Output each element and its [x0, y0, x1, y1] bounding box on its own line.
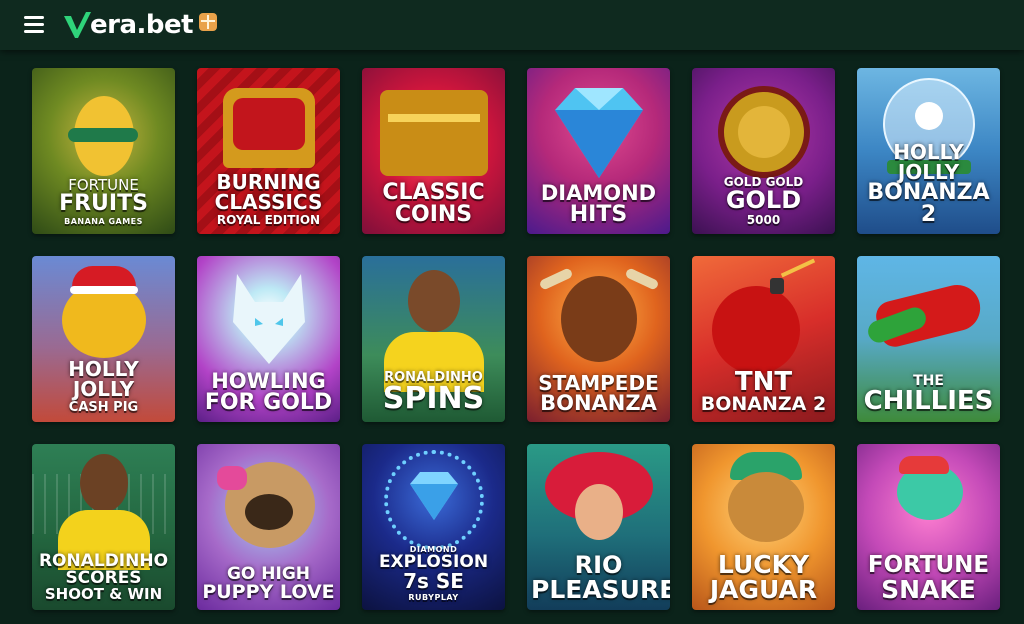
hamburger-menu-icon[interactable]	[24, 16, 44, 34]
game-tile-diamond-hits[interactable]: DIAMOND HITS	[527, 68, 670, 234]
game-title: GO HIGH PUPPY LOVE	[202, 564, 335, 603]
game-title: CLASSIC COINS	[382, 180, 485, 227]
game-title: FORTUNE FRUITS BANANA GAMES	[59, 176, 148, 226]
game-title: DIAMOND EXPLOSION 7s SE RUBYPLAY	[378, 545, 489, 602]
game-title: RONALDINHO SPINS	[382, 370, 485, 416]
game-tile-rio-pleasures[interactable]: RIO PLEASURES	[527, 444, 670, 610]
game-tile-holly-jolly-cash-pig[interactable]: HOLLY JOLLY CASH PIG	[32, 256, 175, 422]
game-tile-fortune-snake[interactable]: FORTUNE SNAKE	[857, 444, 1000, 610]
game-title: GOLD GOLD GOLD 5000	[723, 175, 804, 227]
game-tile-ronaldinho-spins[interactable]: RONALDINHO SPINS	[362, 256, 505, 422]
game-tile-holly-jolly-bonanza-2[interactable]: HOLLY JOLLY BONANZA 2	[857, 68, 1000, 234]
gift-icon[interactable]	[199, 13, 218, 31]
game-tile-ronaldinho-scores[interactable]: RONALDINHO SCORES SHOOT & WIN	[32, 444, 175, 610]
logo-text: era.bet	[90, 10, 194, 40]
game-title: DIAMOND HITS	[540, 181, 657, 227]
top-bar: era.bet	[0, 0, 1024, 50]
game-grid: FORTUNE FRUITS BANANA GAMES BURNING CLAS…	[32, 68, 1000, 610]
game-tile-classic-coins[interactable]: CLASSIC COINS	[362, 68, 505, 234]
game-title: RONALDINHO SCORES SHOOT & WIN	[38, 551, 169, 603]
game-title: FORTUNE SNAKE	[867, 552, 990, 604]
game-tile-diamond-explosion-7s-se[interactable]: DIAMOND EXPLOSION 7s SE RUBYPLAY	[362, 444, 505, 610]
vera-v-logo-icon	[64, 12, 91, 38]
game-title: HOLLY JOLLY BONANZA 2	[867, 140, 990, 227]
game-tile-fortune-fruits[interactable]: FORTUNE FRUITS BANANA GAMES	[32, 68, 175, 234]
game-title: TNT BONANZA 2	[700, 367, 827, 415]
game-title: THE CHILLIES	[863, 373, 994, 416]
game-tile-stampede-bonanza[interactable]: STAMPEDE BONANZA	[527, 256, 670, 422]
game-title: BURNING CLASSICS ROYAL EDITION	[214, 170, 323, 227]
game-tile-lucky-jaguar[interactable]: LUCKY JAGUAR	[692, 444, 835, 610]
game-tile-burning-classics[interactable]: BURNING CLASSICS ROYAL EDITION	[197, 68, 340, 234]
game-tile-tnt-bonanza-2[interactable]: TNT BONANZA 2	[692, 256, 835, 422]
game-title: STAMPEDE BONANZA	[538, 371, 659, 415]
game-title: RIO PLEASURES	[531, 551, 670, 604]
game-tile-the-chillies[interactable]: THE CHILLIES	[857, 256, 1000, 422]
game-title: HOLLY JOLLY CASH PIG	[68, 357, 139, 415]
game-tile-go-high-puppy-love[interactable]: GO HIGH PUPPY LOVE	[197, 444, 340, 610]
site-logo[interactable]: era.bet	[62, 9, 218, 41]
game-title: HOWLING FOR GOLD	[204, 369, 333, 415]
game-tile-howling-for-gold[interactable]: HOWLING FOR GOLD	[197, 256, 340, 422]
game-title: LUCKY JAGUAR	[709, 550, 818, 604]
game-tile-gold-gold-gold-5000[interactable]: GOLD GOLD GOLD 5000	[692, 68, 835, 234]
